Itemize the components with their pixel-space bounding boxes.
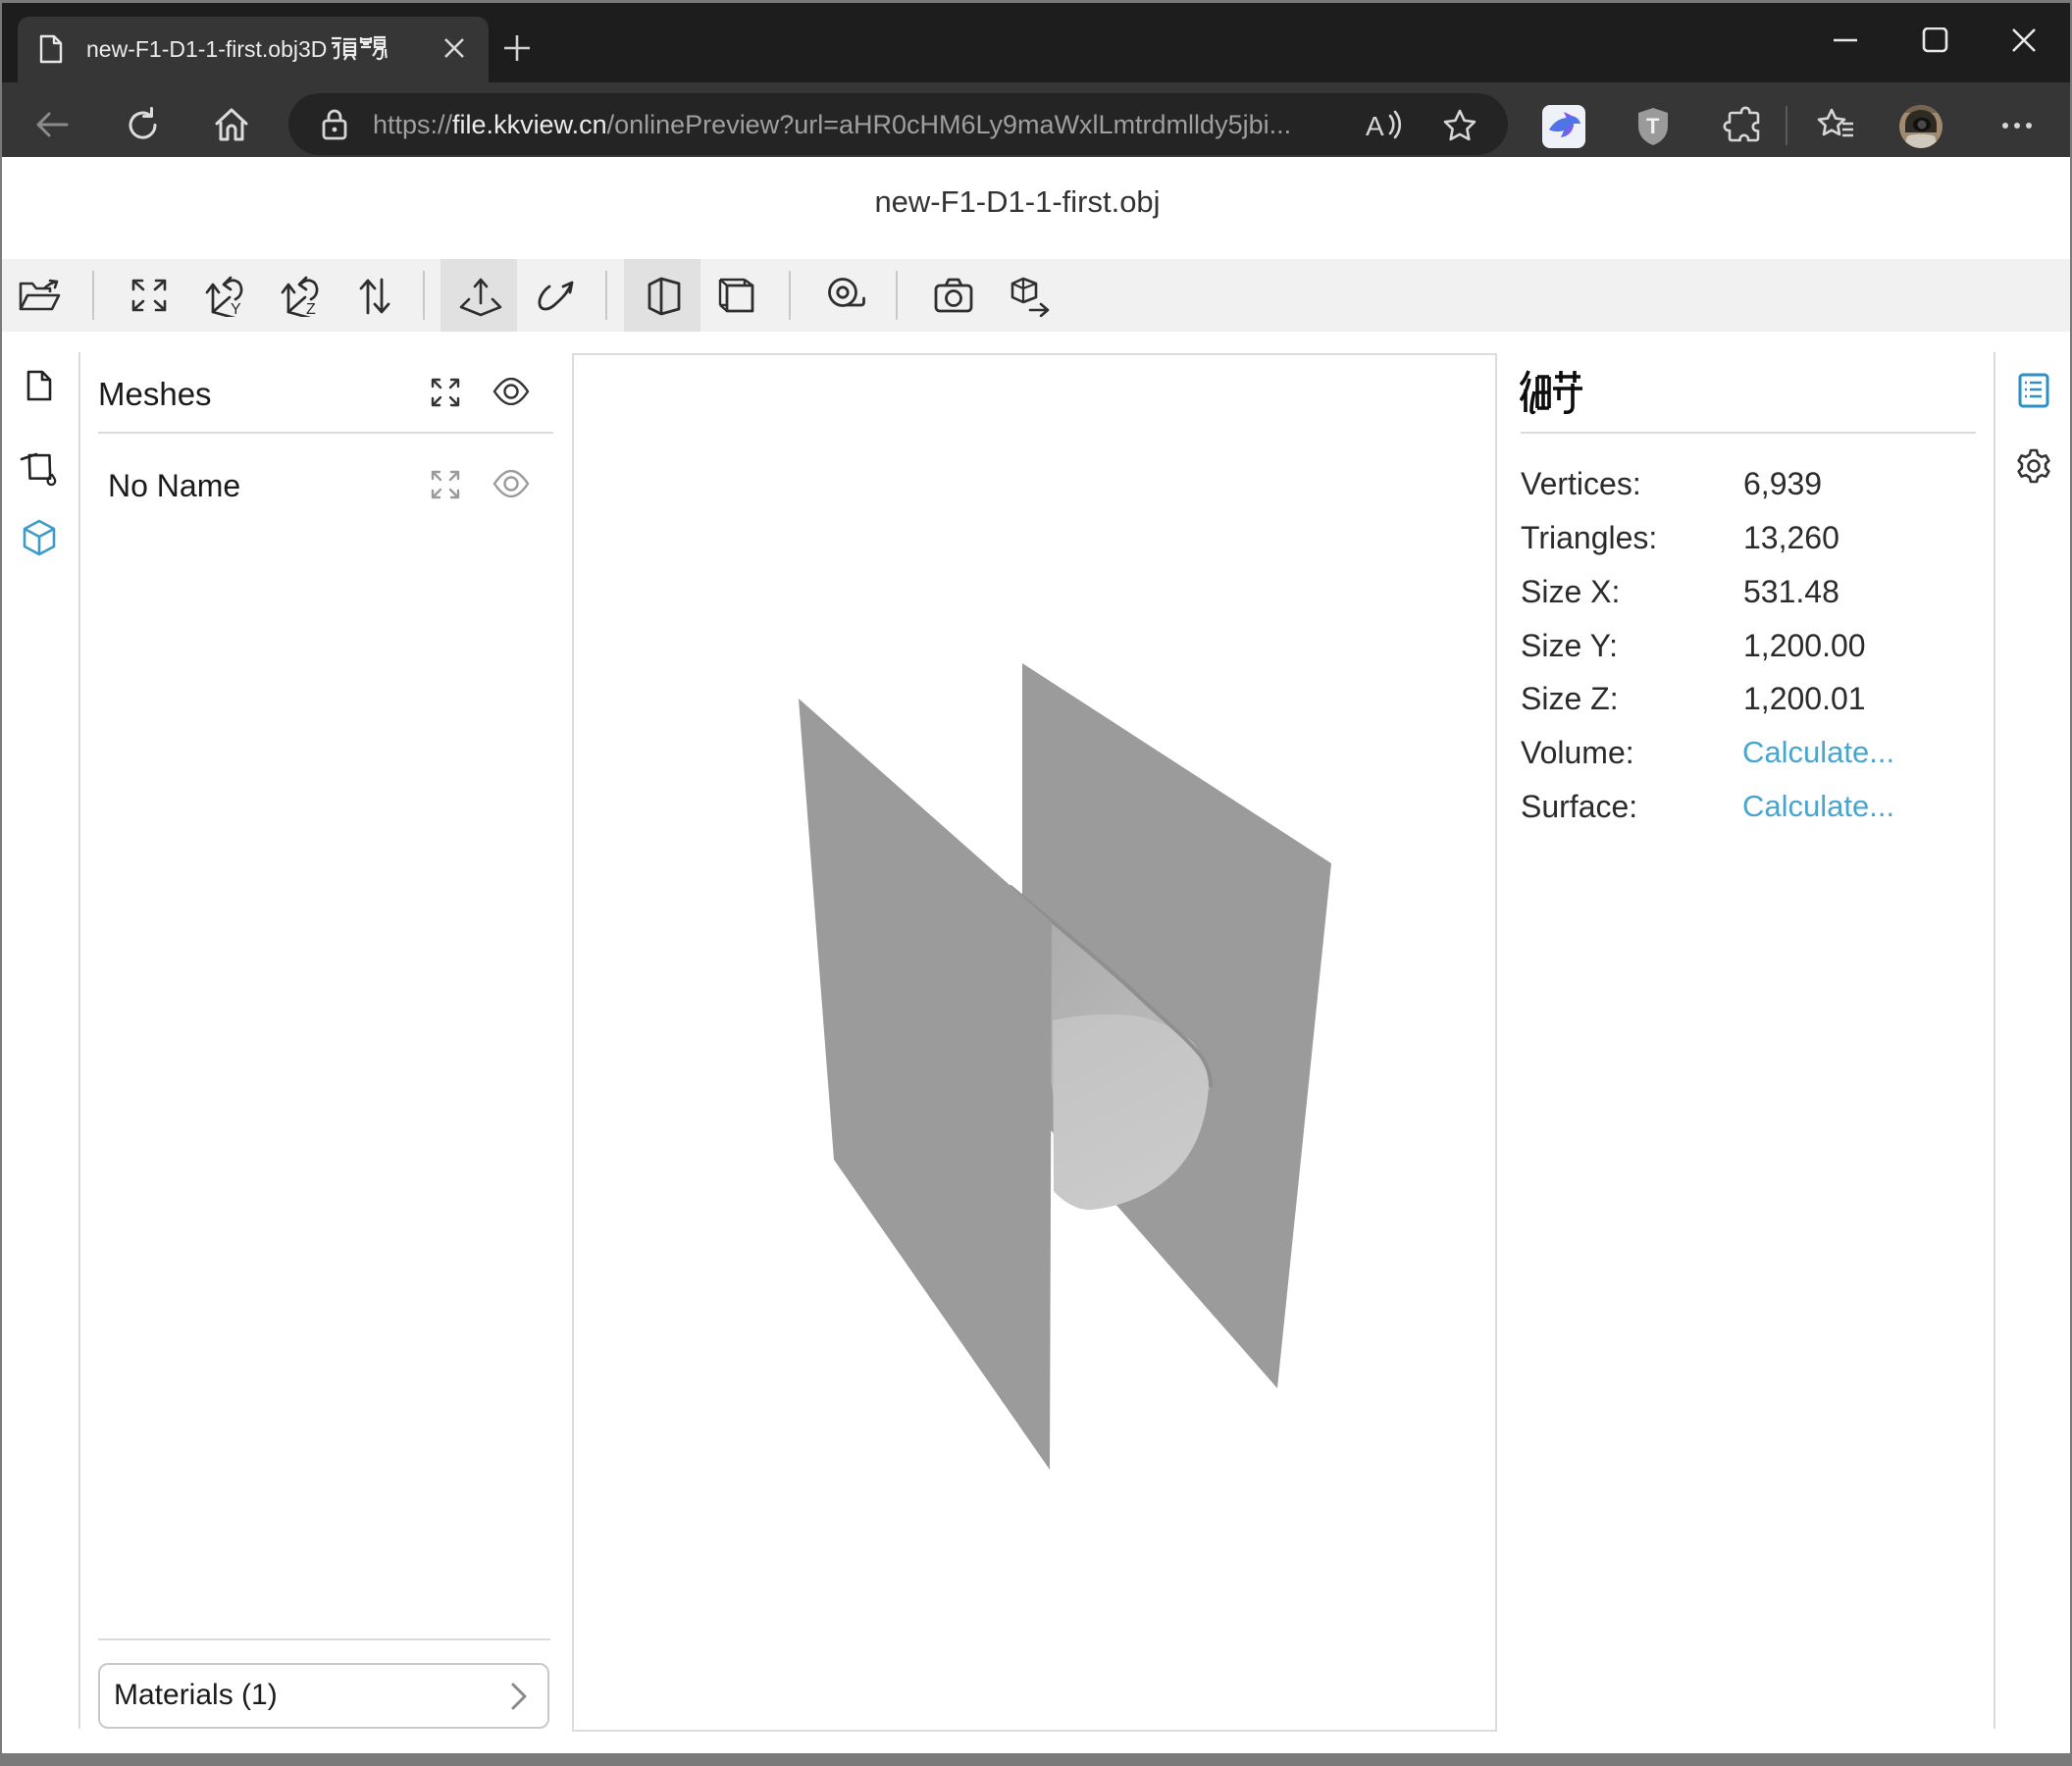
svg-text:Z: Z xyxy=(306,301,316,317)
svg-text:T: T xyxy=(1646,114,1660,138)
svg-text:A: A xyxy=(1366,111,1384,141)
svg-text:Y: Y xyxy=(231,301,241,317)
